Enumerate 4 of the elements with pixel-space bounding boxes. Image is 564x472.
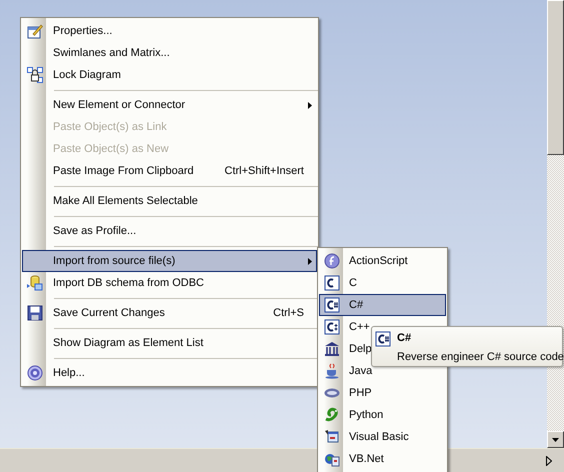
shortcut-label: Ctrl+S [273,306,304,321]
shortcut-label: Ctrl+Shift+Insert [224,164,304,179]
tooltip-description: Reverse engineer C# source code [397,350,564,364]
tooltip-title: C# [397,331,412,345]
